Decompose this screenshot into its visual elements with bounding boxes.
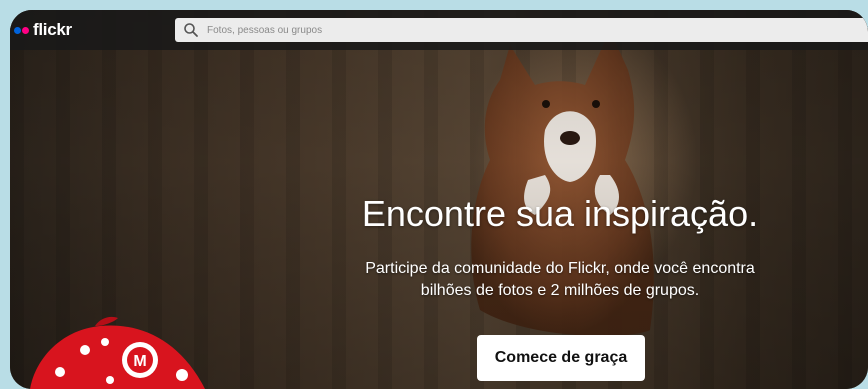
mascot-letter: M [133, 353, 146, 370]
mushroom-mascot-icon: M [30, 316, 205, 389]
